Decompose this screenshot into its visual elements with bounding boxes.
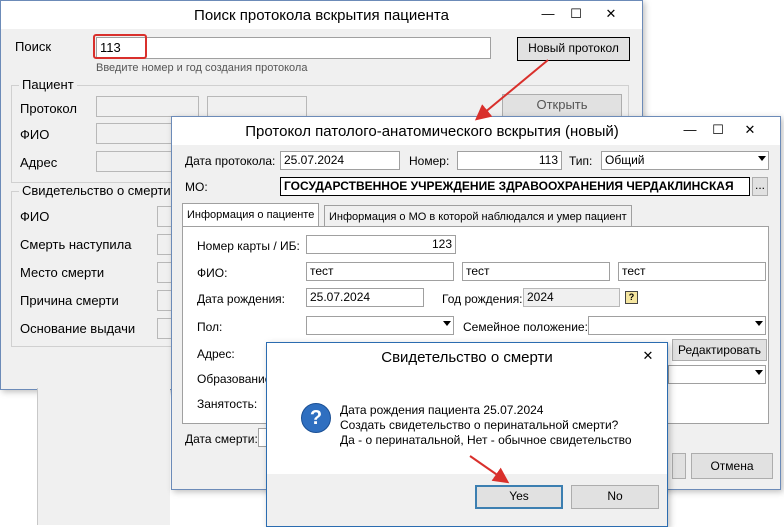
arrow-new-protocol [474,59,549,121]
arrow-yes-button [469,455,510,484]
annotation-arrows [469,59,549,484]
